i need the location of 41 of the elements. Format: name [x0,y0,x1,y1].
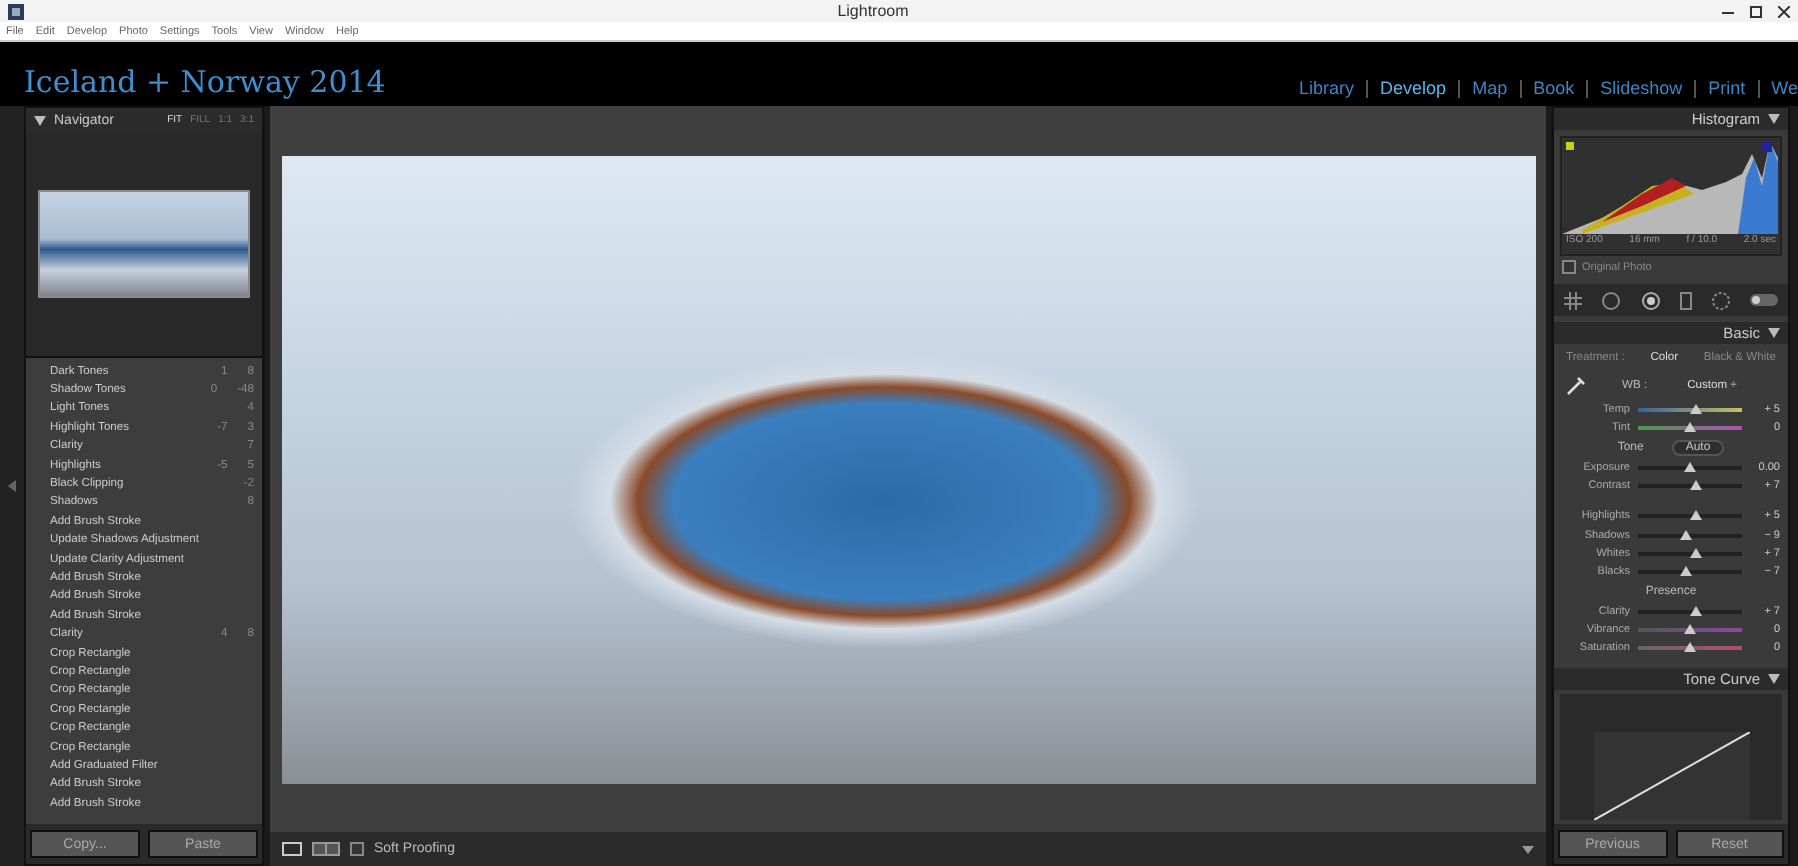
module-tab[interactable]: Book [1533,78,1575,98]
slider-thumb[interactable] [1680,529,1693,540]
module-tab[interactable]: Slideshow [1600,78,1683,98]
slider-thumb[interactable] [1689,403,1702,414]
eyedropper-icon[interactable] [1566,376,1586,396]
slider-thumb[interactable] [1684,624,1696,635]
slider-track[interactable] [1638,628,1742,633]
slider-thumb[interactable] [1684,642,1696,653]
collapse-icon[interactable] [1768,674,1780,685]
collapse-icon[interactable] [1768,114,1780,124]
slider-thumb[interactable] [1689,547,1702,558]
target-icon[interactable] [1642,291,1660,309]
module-tab[interactable]: Map [1472,78,1508,98]
slider-track[interactable] [1638,646,1742,651]
compare-view-icon[interactable] [312,842,340,856]
circle-icon[interactable] [1712,291,1730,309]
identity-plate: Iceland + Norway 2014 [24,68,386,98]
expand-left-icon[interactable] [8,480,16,492]
module-tab[interactable]: We [1771,78,1798,98]
collapse-icon[interactable] [34,115,46,125]
loupe-view-icon[interactable] [282,842,302,856]
window-title: Lightroom [837,2,909,20]
checkbox[interactable] [350,842,364,856]
slider-thumb[interactable] [1689,606,1702,617]
slider-thumb[interactable] [1689,480,1702,491]
checkbox[interactable] [1562,260,1576,274]
slider-thumb[interactable] [1684,461,1696,472]
app-icon [8,3,24,19]
grid-icon[interactable] [1564,291,1582,309]
rectangle-icon[interactable] [1680,291,1692,309]
module-tab[interactable]: Print [1708,78,1746,98]
slider-track[interactable] [1638,425,1742,430]
collapse-icon[interactable] [1768,328,1780,338]
maximize-icon[interactable] [1749,5,1762,17]
module-tab[interactable]: Develop [1380,78,1447,98]
close-icon[interactable] [1777,5,1790,17]
module-tab[interactable]: Library [1299,78,1355,98]
caret-icon[interactable] [1522,845,1534,853]
slider-thumb[interactable] [1680,565,1693,576]
slider-track[interactable] [1638,407,1742,412]
slider-thumb[interactable] [1689,510,1702,521]
